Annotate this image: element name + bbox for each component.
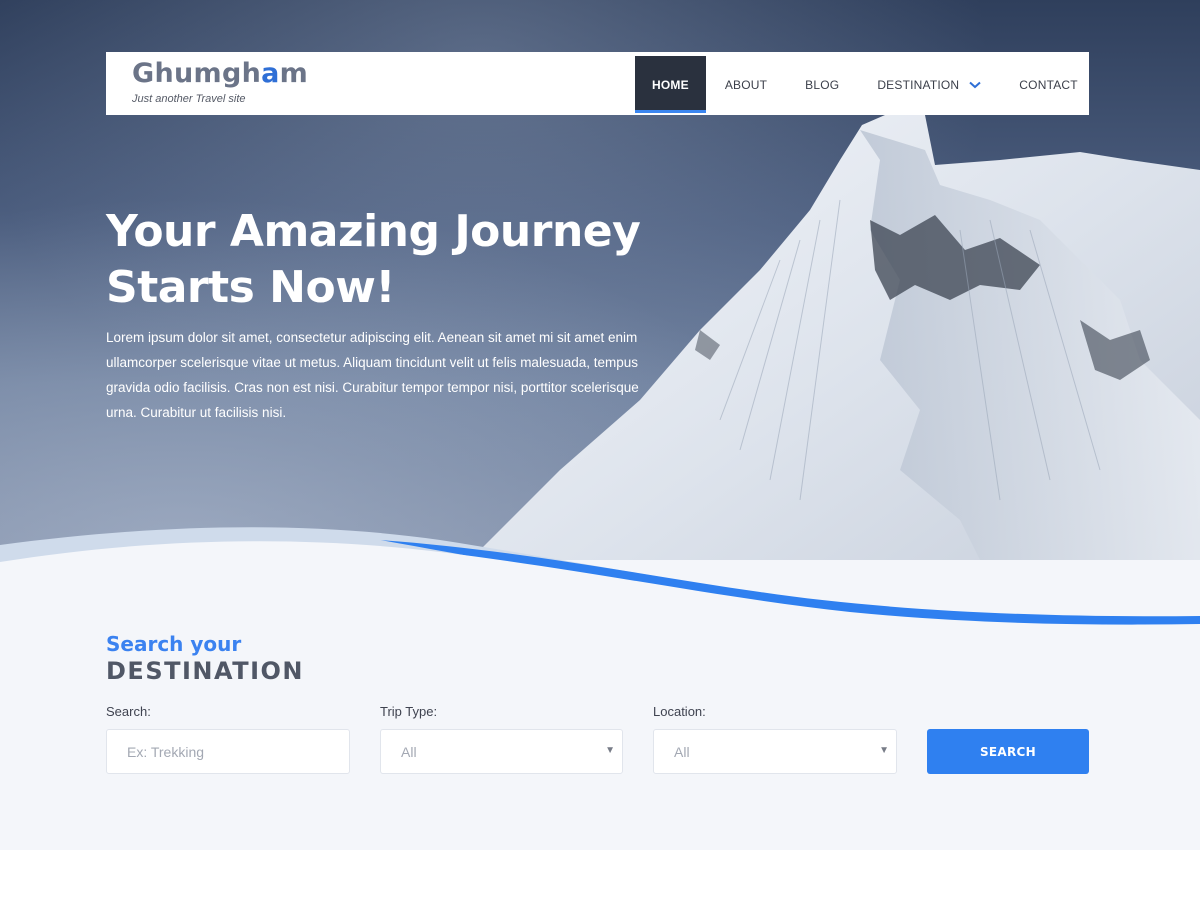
nav-item-destination-label: DESTINATION [877,77,960,92]
nav-item-contact[interactable]: CONTACT [1000,56,1097,113]
location-value: All [674,743,690,760]
search-heading-top: Search your [106,632,242,656]
caret-down-icon: ▼ [605,745,615,756]
hero-description: Lorem ipsum dolor sit amet, consectetur … [106,330,639,420]
site-tagline: Just another Travel site [132,93,246,105]
nav-item-home[interactable]: HOME [635,56,706,113]
trip-type-label: Trip Type: [380,704,438,719]
logo-text-end: m [279,58,309,89]
search-field [106,729,350,774]
hero-title-line-2: Starts Now! [106,262,395,313]
trip-type-select[interactable]: All ▼ [380,729,623,774]
search-label: Search: [106,704,151,719]
caret-down-icon: ▼ [879,745,889,756]
site-header: Ghumgham Just another Travel site HOME A… [106,52,1089,115]
location-label: Location: [653,704,706,719]
nav-item-blog[interactable]: BLOG [786,56,858,113]
site-logo[interactable]: Ghumgham [132,58,308,89]
nav-item-about[interactable]: ABOUT [706,56,786,113]
hero-title: Your Amazing Journey Starts Now! [106,204,666,316]
hero-title-line-1: Your Amazing Journey [106,206,641,257]
chevron-down-icon[interactable] [969,81,981,89]
nav-item-destination[interactable]: DESTINATION [858,56,1000,113]
logo-accent-letter: a [261,58,280,89]
search-button[interactable]: SEARCH [927,729,1089,774]
search-input[interactable] [127,730,349,773]
search-heading-bottom: DESTINATION [106,657,304,685]
location-select[interactable]: All ▼ [653,729,897,774]
trip-type-value: All [401,743,417,760]
main-nav: HOME ABOUT BLOG DESTINATION CONTACT [635,56,1097,113]
logo-text: Ghumgh [132,58,262,89]
wave-divider [0,527,1200,640]
